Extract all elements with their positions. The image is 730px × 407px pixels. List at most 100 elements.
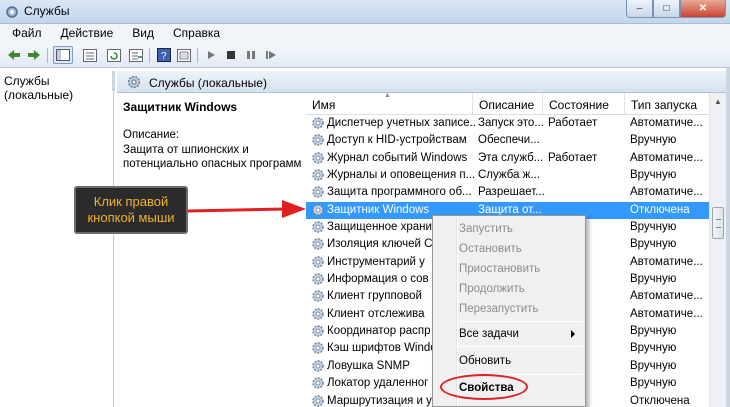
service-gear-icon: [312, 394, 324, 407]
service-gear-icon: [312, 221, 324, 233]
column-header-description[interactable]: Описание: [473, 93, 543, 115]
cell-startup-type: Автоматиче...: [630, 151, 703, 164]
gear-icon: [127, 75, 141, 89]
menu-item-start[interactable]: Запустить: [459, 223, 513, 235]
toolbar: ?: [0, 43, 730, 68]
annotation-line-2: кнопкой мыши: [87, 210, 175, 225]
scroll-up-icon[interactable]: ▲: [710, 93, 726, 110]
service-gear-icon: [312, 290, 324, 303]
description-pane: Защитник Windows Описание: Защита от шпи…: [117, 93, 306, 407]
vertical-scrollbar[interactable]: ▲: [709, 93, 726, 407]
cell-name: Журналы и оповещения п...: [327, 169, 475, 182]
properties-highlight-oval: [440, 374, 528, 400]
menu-item-resume[interactable]: Продолжить: [459, 283, 525, 295]
table-row[interactable]: Журналы и оповещения п... Служба ж... Вруч…: [306, 167, 709, 184]
cell-startup-type: Отключена: [630, 394, 690, 407]
description-label: Описание:: [123, 129, 180, 141]
menu-item-restart[interactable]: Перезапустить: [459, 303, 538, 315]
menu-view[interactable]: Вид: [119, 24, 160, 43]
cell-startup-type: Автоматиче...: [630, 307, 703, 320]
start-service-icon[interactable]: [203, 47, 219, 63]
table-row[interactable]: Защита программного об... Разрешает... Авт…: [306, 184, 709, 201]
menu-item-stop[interactable]: Остановить: [459, 243, 522, 255]
cell-name: Доступ к HID-устройствам: [327, 134, 467, 147]
selected-service-title: Защитник Windows: [123, 100, 238, 114]
service-gear-icon: [312, 238, 324, 251]
pane-header: Службы (локальные): [117, 71, 730, 93]
refresh-icon[interactable]: [106, 47, 122, 63]
cell-startup-type: Вручную: [630, 238, 677, 251]
help-icon[interactable]: ?: [156, 47, 172, 63]
cell-startup-type: Вручную: [630, 134, 677, 147]
cell-startup-type: Вручную: [630, 325, 677, 338]
tree-item-services-local[interactable]: Службы (локальные): [4, 74, 113, 102]
cell-startup-type: Вручную: [630, 273, 677, 286]
red-arrow-icon: [187, 200, 306, 218]
window-title: Службы: [24, 4, 70, 18]
menu-action[interactable]: Действие: [48, 24, 120, 43]
table-row[interactable]: Диспетчер учетных записе... Запуск это...…: [306, 115, 709, 132]
service-gear-icon: [312, 151, 324, 164]
cell-startup-type: Автоматиче...: [630, 186, 703, 199]
table-row[interactable]: Доступ к HID-устройствам Обеспечи... Вручн…: [306, 132, 709, 149]
service-gear-icon: [312, 325, 324, 337]
maximize-button[interactable]: □: [653, 0, 680, 18]
service-gear-icon: [312, 204, 324, 216]
menu-bar: Файл Действие Вид Справка: [0, 24, 730, 43]
export-list-icon[interactable]: [128, 47, 144, 63]
list-header: ▲ Имя Описание Состояние Тип запуска: [306, 93, 709, 115]
service-gear-icon: [312, 134, 324, 147]
cell-name: Защитник Windows: [327, 203, 430, 216]
cell-startup-type: Вручную: [630, 359, 677, 372]
cell-startup-type: Вручную: [630, 221, 677, 234]
pause-service-icon[interactable]: [243, 47, 259, 63]
service-gear-icon: [312, 169, 324, 181]
column-header-name[interactable]: Имя: [306, 93, 473, 115]
restart-service-icon[interactable]: [263, 47, 279, 63]
cell-startup-type: Автоматиче...: [630, 255, 703, 268]
console-tree-icon[interactable]: [53, 46, 73, 64]
description-text: Защита от шпионских и потенциально опасн…: [123, 143, 303, 171]
minimize-button[interactable]: –: [626, 0, 653, 18]
console-tree: Службы (локальные): [0, 71, 114, 407]
cell-description: Эта служб...: [478, 151, 544, 164]
list-view-icon[interactable]: [82, 47, 98, 63]
close-button[interactable]: ✕: [680, 0, 726, 18]
cell-startup-type: Вручную: [630, 169, 677, 182]
properties-sheet-icon[interactable]: [176, 47, 192, 63]
services-app-icon: [6, 6, 18, 18]
cell-name: Защита программного об...: [327, 186, 472, 199]
stop-service-icon[interactable]: [223, 47, 239, 63]
menu-file[interactable]: Файл: [0, 24, 48, 43]
service-gear-icon: [312, 308, 324, 320]
cell-description: Обеспечи...: [478, 134, 540, 147]
cell-description: Служба ж...: [478, 169, 540, 182]
service-gear-icon: [312, 256, 324, 268]
cell-description: Защита от...: [478, 203, 542, 216]
column-header-state[interactable]: Состояние: [543, 93, 625, 115]
menu-item-pause[interactable]: Приостановить: [459, 263, 540, 275]
submenu-arrow-icon: [571, 330, 575, 338]
service-gear-icon: [312, 273, 324, 285]
service-gear-icon: [312, 186, 324, 199]
menu-item-all-tasks[interactable]: Все задачи: [459, 328, 519, 340]
cell-description: Запуск это...: [478, 117, 544, 129]
title-bar: Службы – □ ✕: [0, 0, 730, 24]
cell-name: Журнал событий Windows: [327, 151, 468, 164]
cell-startup-type: Вручную: [630, 342, 677, 355]
scroll-thumb[interactable]: [712, 207, 724, 239]
table-row[interactable]: Журнал событий Windows Эта служб... Работа…: [306, 150, 709, 167]
cell-description: Разрешает...: [478, 186, 545, 199]
pane-title: Службы (локальные): [149, 76, 267, 90]
menu-help[interactable]: Справка: [160, 24, 226, 43]
back-arrow-icon[interactable]: [6, 47, 22, 63]
cell-name: Диспетчер учетных записе...: [327, 117, 475, 129]
cell-startup-type: Автоматиче...: [630, 290, 703, 303]
column-header-startup-type[interactable]: Тип запуска: [625, 93, 709, 115]
description-line-1: Защита от шпионских и: [123, 144, 249, 156]
service-gear-icon: [312, 342, 324, 355]
menu-item-refresh[interactable]: Обновить: [459, 355, 511, 367]
svg-text:?: ?: [161, 51, 167, 62]
forward-arrow-icon[interactable]: [26, 47, 42, 63]
cell-startup-type: Отключена: [630, 203, 690, 216]
